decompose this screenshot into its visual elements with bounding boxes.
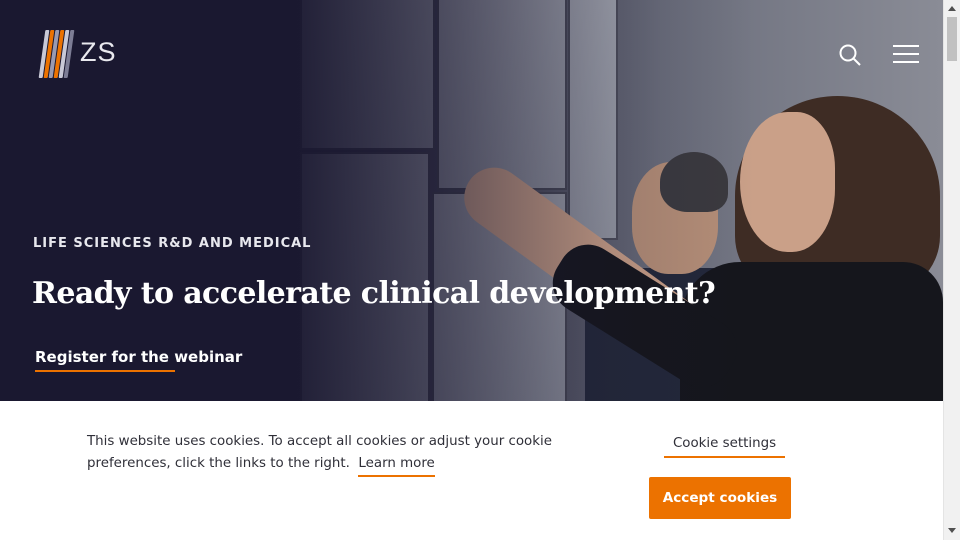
accept-cookies-button[interactable]: Accept cookies — [649, 477, 791, 519]
cookie-settings-link[interactable]: Cookie settings — [664, 436, 785, 458]
hero-gradient-overlay — [0, 0, 943, 401]
cookie-message: This website uses cookies. To accept all… — [87, 431, 632, 474]
hero-headline: Ready to accelerate clinical development… — [32, 276, 716, 311]
hamburger-menu-icon[interactable] — [893, 45, 919, 65]
scroll-up-arrow-icon[interactable] — [948, 6, 956, 11]
search-icon[interactable] — [838, 43, 862, 67]
menu-line — [893, 45, 919, 47]
learn-more-link[interactable]: Learn more — [358, 456, 434, 474]
logo-wordmark: ZS — [80, 36, 117, 67]
hero-banner: ZS LIFE SCIENCES R&D AND MEDICAL Ready t… — [0, 0, 943, 401]
menu-line — [893, 61, 919, 63]
hero-eyebrow: LIFE SCIENCES R&D AND MEDICAL — [33, 236, 312, 251]
scrollbar-thumb[interactable] — [947, 17, 957, 61]
cookie-message-text: This website uses cookies. To accept all… — [87, 434, 552, 471]
scroll-down-arrow-icon[interactable] — [948, 528, 956, 533]
menu-line — [893, 53, 919, 55]
register-webinar-link[interactable]: Register for the webinar — [35, 348, 242, 372]
cookie-banner: This website uses cookies. To accept all… — [0, 401, 943, 540]
vertical-scrollbar[interactable] — [943, 0, 960, 540]
zs-logo[interactable]: ZS — [38, 26, 117, 78]
zs-logo-icon — [38, 26, 75, 78]
